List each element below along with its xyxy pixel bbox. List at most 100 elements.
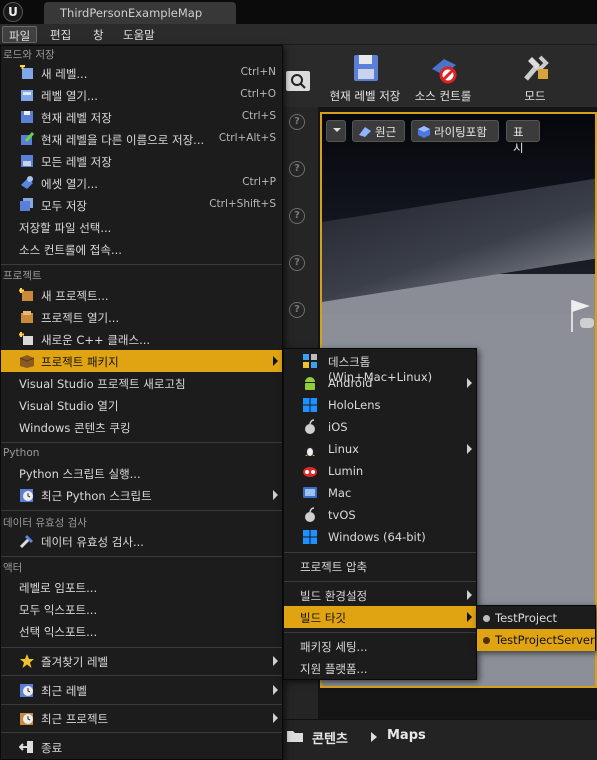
chevron-down-icon	[333, 128, 341, 132]
menu-item-exit[interactable]: 종료	[1, 736, 282, 758]
modes-label: 모드	[524, 89, 546, 103]
viewport-options-button[interactable]	[326, 120, 346, 142]
menu-item-choose-files-to-save[interactable]: 저장할 파일 선택...	[1, 216, 282, 238]
perspective-label: 원근	[375, 125, 397, 139]
menu-help[interactable]: 도움말	[117, 26, 161, 43]
save-icon	[21, 111, 33, 123]
menu-item-save-current-level-as[interactable]: 현재 레벨을 다른 이름으로 저장... Ctrl+Alt+S	[1, 128, 282, 150]
open-asset-icon	[21, 176, 33, 189]
menu-separator	[1, 442, 282, 443]
menu-separator	[284, 632, 476, 633]
menu-item-open-project[interactable]: 프로젝트 열기...	[1, 306, 282, 328]
submenu-arrow-icon	[467, 612, 472, 622]
platform-hololens[interactable]: HoloLens	[284, 394, 476, 416]
save-current-level-button[interactable]: 현재 레벨 저장	[326, 49, 404, 105]
desktop-icon	[303, 354, 317, 368]
platform-mac[interactable]: Mac	[284, 482, 476, 504]
modes-button[interactable]: 모드	[510, 49, 560, 105]
menu-item-refresh-vs-project[interactable]: Visual Studio 프로젝트 새로고침	[1, 372, 282, 394]
menu-separator	[284, 581, 476, 582]
build-target-testprojectserver[interactable]: TestProjectServer	[477, 629, 595, 651]
search-button[interactable]	[286, 71, 310, 91]
open-level-icon	[21, 90, 33, 101]
build-target-testproject[interactable]: TestProject	[477, 607, 595, 629]
menu-item-save-all-levels[interactable]: 모든 레벨 저장	[1, 150, 282, 172]
source-control-label: 소스 컨트롤	[414, 89, 472, 103]
menu-file[interactable]: 파일	[2, 26, 38, 43]
perspective-button[interactable]: 원근	[352, 120, 405, 142]
help-icon[interactable]: ?	[289, 255, 305, 271]
radio-selected-icon	[483, 637, 490, 644]
menu-window[interactable]: 창	[87, 26, 110, 43]
show-button[interactable]: 표시	[506, 120, 540, 155]
platform-desktop[interactable]: 데스크톱 (Win+Mac+Linux)	[284, 350, 476, 384]
menu-item-package-project[interactable]: 프로젝트 패키지	[1, 350, 282, 372]
platform-android[interactable]: Android	[284, 372, 476, 394]
menu-item-save-current-level[interactable]: 현재 레벨 저장 Ctrl+S	[1, 106, 282, 128]
menu-item-run-python-script[interactable]: Python 스크립트 실행...	[1, 462, 282, 484]
menu-item-zip-project[interactable]: 프로젝트 압축	[284, 555, 476, 577]
breadcrumb-content[interactable]: 콘텐츠	[312, 728, 348, 747]
menu-item-new-project[interactable]: 새 프로젝트...	[1, 284, 282, 306]
menu-item-cook-windows[interactable]: Windows 콘텐츠 쿠킹	[1, 416, 282, 438]
menu-item-favorite-levels[interactable]: 즐겨찾기 레벨	[1, 650, 282, 672]
package-project-submenu: 데스크톱 (Win+Mac+Linux) Android HoloLens iO…	[283, 348, 477, 680]
section-actor: 액터	[3, 562, 23, 574]
menu-item-new-level[interactable]: 새 레벨... Ctrl+N	[1, 62, 282, 84]
menu-item-export-selected[interactable]: 선택 익스포트...	[1, 620, 282, 642]
menu-item-open-level[interactable]: 레벨 열기... Ctrl+O	[1, 84, 282, 106]
menu-item-supported-platforms[interactable]: 지원 플랫폼...	[284, 657, 476, 679]
source-control-icon	[432, 59, 457, 84]
save-all-icon	[20, 198, 33, 211]
menu-item-recent-python-scripts[interactable]: 최근 Python 스크립트	[1, 484, 282, 506]
source-control-button[interactable]: 소스 컨트롤	[408, 49, 478, 105]
build-target-submenu: TestProject TestProjectServer	[476, 605, 596, 651]
modes-icon	[524, 55, 549, 81]
platform-windows-64[interactable]: Windows (64-bit)	[284, 526, 476, 548]
menu-edit[interactable]: 편집	[44, 26, 77, 43]
menu-separator	[1, 510, 282, 511]
menu-item-open-vs[interactable]: Visual Studio 열기	[1, 394, 282, 416]
save-current-level-label: 현재 레벨 저장	[329, 89, 401, 103]
menu-item-open-asset[interactable]: 에셋 열기... Ctrl+P	[1, 172, 282, 194]
windows-logo-icon	[303, 530, 317, 544]
menu-bar: 파일 편집 창 도움말	[0, 24, 597, 45]
help-icon[interactable]: ?	[289, 208, 305, 224]
menu-item-build-target[interactable]: 빌드 타깃	[284, 606, 476, 628]
submenu-arrow-icon	[467, 444, 472, 454]
save-icon	[354, 55, 378, 81]
menu-item-save-all[interactable]: 모두 저장 Ctrl+Shift+S	[1, 194, 282, 216]
submenu-arrow-icon	[273, 713, 278, 723]
lumin-icon	[303, 467, 317, 477]
menu-item-export-all[interactable]: 모두 익스포트...	[1, 598, 282, 620]
package-icon	[19, 355, 35, 368]
menu-item-recent-levels[interactable]: 최근 레벨	[1, 679, 282, 701]
section-project: 프로젝트	[3, 270, 42, 282]
help-icon[interactable]: ?	[289, 161, 305, 177]
menu-item-connect-source-control[interactable]: 소스 컨트롤에 접속...	[1, 238, 282, 260]
help-icon[interactable]: ?	[289, 114, 305, 130]
menu-item-build-configuration[interactable]: 빌드 환경설정	[284, 584, 476, 606]
level-tab[interactable]: ThirdPersonExampleMap	[44, 2, 236, 24]
menu-item-import-to-level[interactable]: 레벨로 임포트...	[1, 576, 282, 598]
menu-item-packaging-settings[interactable]: 패키징 세팅...	[284, 635, 476, 657]
view-mode-button[interactable]: 라이팅포함	[411, 120, 499, 142]
chevron-right-icon	[371, 732, 377, 742]
apple-icon	[305, 419, 315, 434]
save-all-levels-icon	[21, 155, 33, 167]
file-menu: 로드와 저장 새 레벨... Ctrl+N 레벨 열기... Ctrl+O 현재…	[0, 45, 283, 760]
recent-icon	[20, 489, 33, 502]
title-bar: U ThirdPersonExampleMap	[0, 0, 597, 24]
platform-linux[interactable]: Linux	[284, 438, 476, 460]
view-mode-label: 라이팅포함	[434, 125, 487, 139]
platform-tvos[interactable]: tvOS	[284, 504, 476, 526]
platform-ios[interactable]: iOS	[284, 416, 476, 438]
menu-item-validate-data[interactable]: 데이터 유효성 검사...	[1, 530, 282, 552]
unreal-logo: U	[3, 2, 23, 22]
breadcrumb-maps[interactable]: Maps	[387, 728, 426, 743]
menu-item-new-cpp-class[interactable]: 새로운 C++ 클래스...	[1, 328, 282, 350]
section-data-validation: 데이터 유효성 검사	[3, 517, 87, 529]
menu-item-recent-projects[interactable]: 최근 프로젝트	[1, 707, 282, 729]
help-icon[interactable]: ?	[289, 302, 305, 318]
platform-lumin[interactable]: Lumin	[284, 460, 476, 482]
